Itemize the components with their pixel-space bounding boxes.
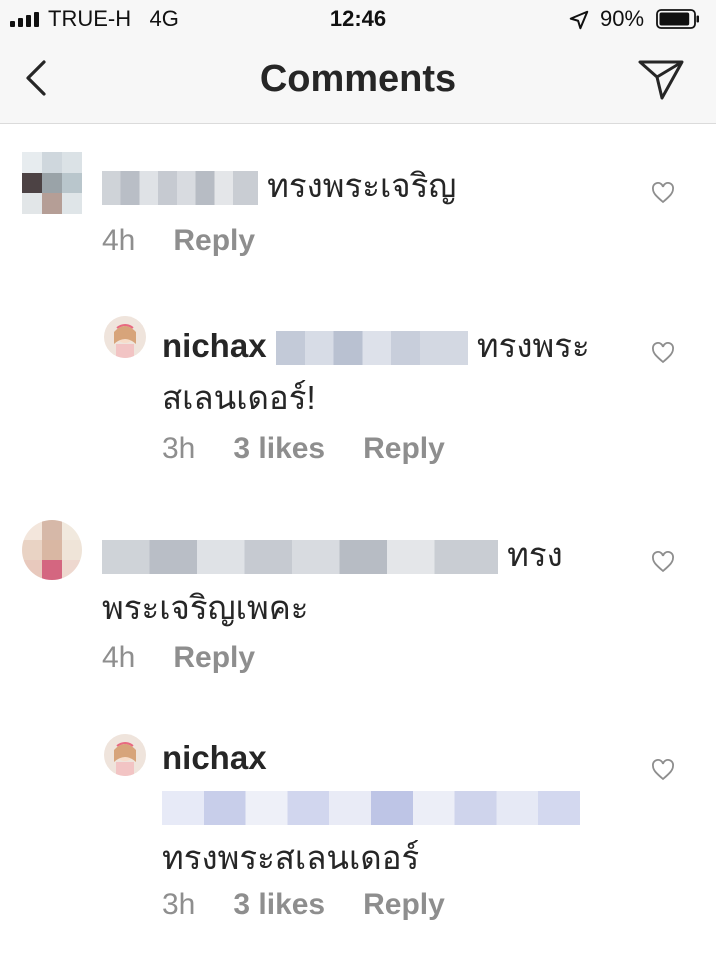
avatar[interactable] [104,316,146,358]
send-direct-button[interactable] [636,56,686,102]
heart-icon[interactable] [651,759,675,781]
status-bar: TRUE-H 4G 12:46 90% [0,0,716,40]
likes-count[interactable]: 3 likes [233,888,325,922]
location-arrow-icon [569,10,589,30]
comment-text: ทรง [507,536,563,573]
heart-icon[interactable] [651,551,675,573]
heart-icon[interactable] [651,182,675,204]
likes-count[interactable]: 3 likes [233,432,325,466]
reply-button[interactable]: Reply [173,224,255,258]
avatar[interactable] [104,734,146,776]
page-title: Comments [259,58,457,100]
comment-time: 4h [102,224,136,257]
pixelated-avatar-image [22,520,82,580]
comment-body: ทรง [102,527,563,583]
comment-text-continued: พระเจริญเพคะ [102,589,309,626]
avatar[interactable] [22,152,82,214]
comment-text: ทรงพระสเลนเดอร์ [162,839,420,876]
comment-meta: 3h 3 likes Reply [162,432,445,466]
pixelated-avatar-image [22,152,82,214]
heart-icon[interactable] [651,342,675,364]
blurred-mention [275,331,468,366]
avatar-image [104,734,146,776]
battery-icon [656,9,699,29]
battery-percent: 90% [600,6,645,31]
comment-text: ทรงพระ [476,327,590,364]
blurred-username [102,171,258,206]
comment-username[interactable]: nichax [162,739,267,776]
comment-meta: 4h Reply [102,224,255,258]
comment-time: 3h [162,888,196,921]
comment-text-continued: สเลนเดอร์! [162,379,316,416]
comment-meta: 3h 3 likes Reply [162,888,445,922]
blurred-mention [162,791,580,826]
blurred-mention-line [162,778,580,834]
comment-body: ทรงพระเจริญ [102,158,456,214]
reply-button[interactable]: Reply [363,432,445,466]
comment-username[interactable]: nichax [162,327,267,364]
comment-time: 4h [102,641,136,674]
avatar[interactable] [22,520,82,580]
reply-button[interactable]: Reply [173,641,255,675]
comment-body: nichax ทรงพระ [162,318,590,374]
navigation-bar: Comments [0,40,716,124]
comment-time: 3h [162,432,196,465]
avatar-image [104,316,146,358]
reply-button[interactable]: Reply [363,888,445,922]
comment-text: ทรงพระเจริญ [267,167,457,204]
blurred-username [102,540,498,575]
comment-meta: 4h Reply [102,641,255,675]
